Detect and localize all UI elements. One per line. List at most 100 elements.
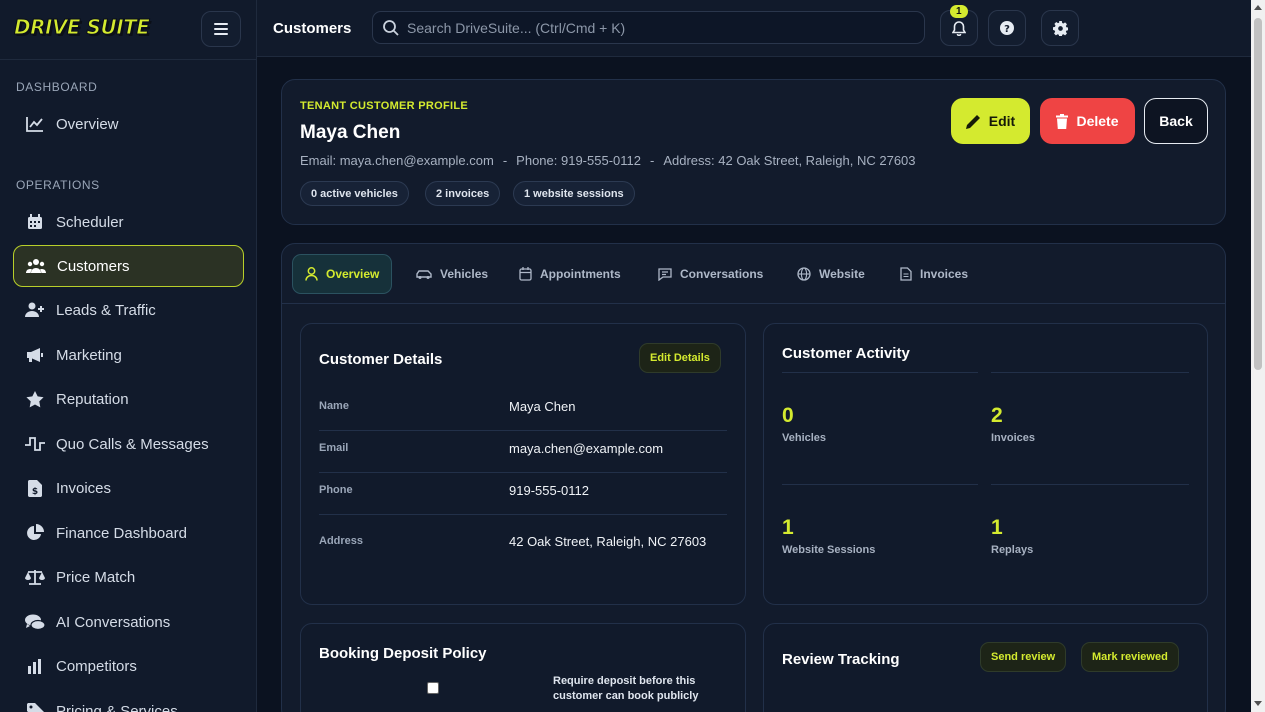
customer-email: Email: maya.chen@example.com xyxy=(300,153,494,168)
tab-vehicles[interactable]: Vehicles xyxy=(404,254,500,294)
require-deposit-label-line: customer can book publicly xyxy=(553,690,699,702)
back-button[interactable]: Back xyxy=(1144,98,1208,144)
sidebar-item-scheduler[interactable]: Scheduler xyxy=(13,201,244,243)
mark-reviewed-button[interactable]: Mark reviewed xyxy=(1081,642,1179,672)
scroll-down-arrow[interactable] xyxy=(1254,701,1262,706)
detail-label: Name xyxy=(319,400,349,412)
sidebar-item-reputation[interactable]: Reputation xyxy=(13,378,244,420)
hamburger-icon xyxy=(214,23,228,35)
brand-logo[interactable]: DRIVE SUITE xyxy=(13,15,164,45)
chat-bubbles-icon xyxy=(25,612,45,632)
sidebar-item-label: Customers xyxy=(57,257,130,275)
send-review-button[interactable]: Send review xyxy=(980,642,1067,672)
invoice-icon: $ xyxy=(25,478,45,498)
topbar: Customers 1 ? xyxy=(257,0,1251,57)
detail-value: Maya Chen xyxy=(509,399,576,414)
sidebar-item-label: Marketing xyxy=(56,346,122,364)
stat-pill-active-vehicles: 0 active vehicles xyxy=(300,181,409,206)
stat-website-sessions-value: 1 xyxy=(782,516,794,539)
users-icon xyxy=(26,256,46,276)
scale-icon xyxy=(25,567,45,587)
sidebar-item-label: AI Conversations xyxy=(56,613,171,631)
tab-appointments[interactable]: Appointments xyxy=(507,254,633,294)
require-deposit-checkbox[interactable] xyxy=(427,682,439,694)
meta-separator: - xyxy=(502,153,508,168)
customer-address: Address: 42 Oak Street, Raleigh, NC 2760… xyxy=(663,153,916,168)
bell-icon xyxy=(952,20,966,36)
tab-label: Conversations xyxy=(680,267,764,281)
booking-deposit-title: Booking Deposit Policy xyxy=(319,645,487,662)
sidebar-item-price-match[interactable]: Price Match xyxy=(13,556,244,598)
sidebar-item-finance-dashboard[interactable]: Finance Dashboard xyxy=(13,512,244,554)
user-icon xyxy=(305,267,318,281)
customer-name: Maya Chen xyxy=(300,122,401,143)
sidebar-item-label: Invoices xyxy=(56,479,112,497)
detail-label: Email xyxy=(319,442,349,454)
sidebar-item-label: Competitors xyxy=(56,657,137,675)
detail-value: 42 Oak Street, Raleigh, NC 27603 xyxy=(509,534,707,549)
stat-divider xyxy=(782,484,978,485)
svg-text:?: ? xyxy=(1004,24,1010,35)
stat-vehicles-value: 0 xyxy=(782,404,794,427)
brand-text: DRIVE SUITE xyxy=(13,15,150,40)
settings-button[interactable] xyxy=(1041,10,1079,46)
delete-customer-button[interactable]: Delete xyxy=(1040,98,1135,144)
notifications-button[interactable]: 1 xyxy=(940,5,978,46)
customer-activity-card: Customer Activity 0 Vehicles 2 Invoices … xyxy=(763,323,1208,605)
stat-pill-invoices: 2 invoices xyxy=(425,181,501,206)
customer-activity-title: Customer Activity xyxy=(782,345,910,362)
sidebar-toggle-button[interactable] xyxy=(201,11,241,47)
edit-details-button[interactable]: Edit Details xyxy=(639,343,721,373)
tab-conversations[interactable]: Conversations xyxy=(646,254,775,294)
section-label-operations: OPERATIONS xyxy=(16,178,100,192)
sidebar-item-pricing-services[interactable]: Pricing & Services xyxy=(13,690,244,712)
detail-row-phone: Phone 919-555-0112 xyxy=(319,473,727,515)
page-scrollbar[interactable] xyxy=(1251,0,1265,712)
stat-divider xyxy=(991,484,1189,485)
sidebar: DRIVE SUITE DASHBOARD Overview OPERATION… xyxy=(0,0,257,712)
calendar-icon xyxy=(25,212,45,232)
sidebar-item-label: Quo Calls & Messages xyxy=(56,435,209,453)
customer-profile-card: TENANT CUSTOMER PROFILE Maya Chen Email:… xyxy=(281,79,1226,225)
sidebar-item-invoices[interactable]: $ Invoices xyxy=(13,467,244,509)
notification-count-badge: 1 xyxy=(950,5,968,18)
scroll-up-arrow[interactable] xyxy=(1254,5,1262,10)
megaphone-icon xyxy=(25,345,45,365)
review-tracking-card: Review Tracking Send review Mark reviewe… xyxy=(763,623,1208,712)
stat-replays-label: Replays xyxy=(991,544,1034,556)
search-box[interactable] xyxy=(372,11,925,44)
stat-website-sessions-label: Website Sessions xyxy=(782,544,876,556)
sidebar-item-label: Finance Dashboard xyxy=(56,524,187,542)
bar-chart-icon xyxy=(25,656,45,676)
sidebar-item-competitors[interactable]: Competitors xyxy=(13,645,244,687)
edit-customer-button[interactable]: Edit xyxy=(951,98,1030,144)
sidebar-item-quo-calls[interactable]: Quo Calls & Messages xyxy=(13,423,244,465)
sidebar-item-label: Price Match xyxy=(56,568,136,586)
sidebar-item-label: Scheduler xyxy=(56,213,124,231)
tab-overview[interactable]: Overview xyxy=(292,254,393,294)
require-deposit-label-line: Require deposit before this xyxy=(553,675,696,687)
tab-invoices[interactable]: Invoices xyxy=(888,254,980,294)
page-title: Customers xyxy=(273,20,352,37)
tab-website[interactable]: Website xyxy=(785,254,877,294)
delete-button-label: Delete xyxy=(1076,113,1119,129)
detail-value: maya.chen@example.com xyxy=(509,441,664,456)
gear-icon xyxy=(1052,20,1068,36)
sidebar-item-marketing[interactable]: Marketing xyxy=(13,334,244,376)
sidebar-item-ai-conversations[interactable]: AI Conversations xyxy=(13,601,244,643)
search-input[interactable] xyxy=(407,19,887,36)
sidebar-item-overview[interactable]: Overview xyxy=(13,103,244,145)
customer-details-card: Customer Details Edit Details Name Maya … xyxy=(300,323,746,605)
section-label-dashboard: DASHBOARD xyxy=(16,80,98,94)
tab-label: Vehicles xyxy=(440,267,489,281)
detail-row-email: Email maya.chen@example.com xyxy=(319,431,727,473)
help-button[interactable]: ? xyxy=(988,10,1026,46)
sidebar-divider xyxy=(0,59,257,60)
scroll-thumb[interactable] xyxy=(1254,18,1262,370)
sidebar-item-customers[interactable]: Customers xyxy=(13,245,244,287)
sidebar-item-leads-traffic[interactable]: Leads & Traffic xyxy=(13,289,244,331)
detail-label: Phone xyxy=(319,484,353,496)
stat-divider xyxy=(782,372,978,373)
customer-details-title: Customer Details xyxy=(319,351,443,368)
globe-icon xyxy=(797,267,811,281)
